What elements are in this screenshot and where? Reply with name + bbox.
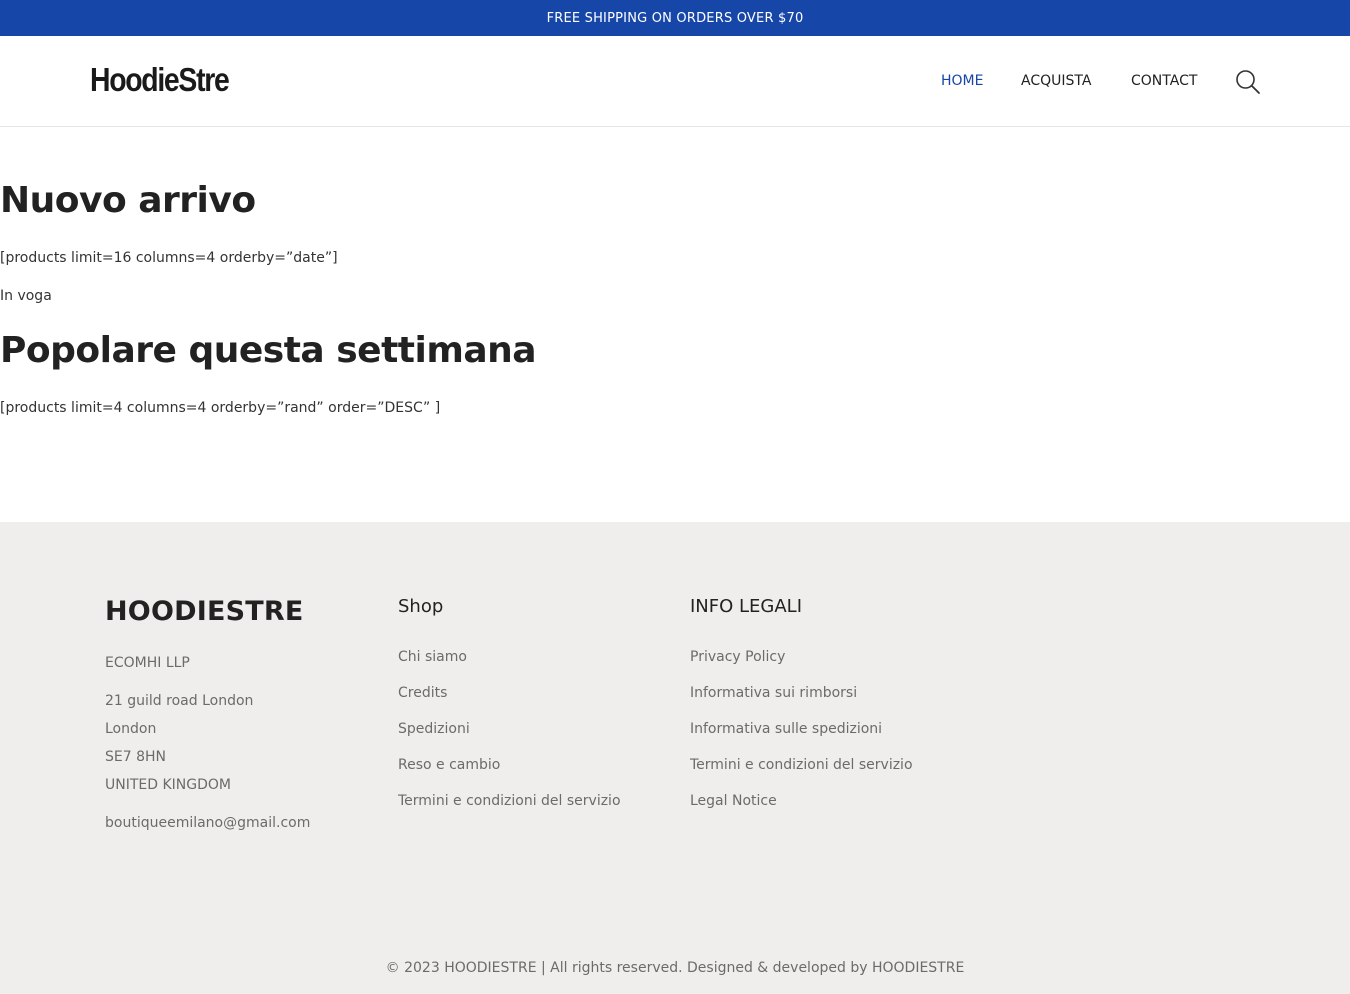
products-shortcode-popular: [products limit=4 columns=4 orderby=”ran… <box>0 400 441 416</box>
footer-legal-link[interactable]: Termini e condizioni del servizio <box>690 757 913 773</box>
site-footer: HOODIESTRE ECOMHI LLP 21 guild road Lond… <box>0 522 1350 994</box>
footer-shop-title: Shop <box>398 596 444 617</box>
footer-legal-title: INFO LEGALI <box>690 596 803 617</box>
footer-address-line: SE7 8HN <box>105 749 166 765</box>
footer-brand: HOODIESTRE <box>105 596 304 627</box>
announcement-text: FREE SHIPPING ON ORDERS OVER $70 <box>546 10 804 26</box>
section-label-trending: In voga <box>0 288 52 304</box>
footer-legal-link[interactable]: Privacy Policy <box>690 649 785 665</box>
footer-legal-link[interactable]: Legal Notice <box>690 793 777 809</box>
footer-address-line: London <box>105 721 157 737</box>
site-header: HoodieStre HOME ACQUISTA CONTACT <box>0 36 1350 127</box>
footer-shop-link[interactable]: Chi siamo <box>398 649 467 665</box>
footer-email-link[interactable]: boutiqueemilano@gmail.com <box>105 815 310 831</box>
footer-shop-link[interactable]: Termini e condizioni del servizio <box>398 793 621 809</box>
footer-address-line: UNITED KINGDOM <box>105 777 231 793</box>
footer-legal-link[interactable]: Informativa sui rimborsi <box>690 685 857 701</box>
footer-address-line: 21 guild road London <box>105 693 254 709</box>
site-logo[interactable]: HoodieStre <box>90 60 230 100</box>
footer-shop-link[interactable]: Reso e cambio <box>398 757 500 773</box>
products-shortcode-new: [products limit=16 columns=4 orderby=”da… <box>0 250 338 266</box>
nav-item-contact[interactable]: CONTACT <box>1131 73 1197 89</box>
footer-shop-link[interactable]: Spedizioni <box>398 721 470 737</box>
nav-item-home[interactable]: HOME <box>941 73 983 89</box>
announcement-bar: FREE SHIPPING ON ORDERS OVER $70 <box>0 0 1350 36</box>
search-icon[interactable] <box>1234 68 1262 96</box>
section-title-popular: Popolare questa settimana <box>0 330 537 371</box>
nav-item-acquista[interactable]: ACQUISTA <box>1021 73 1091 89</box>
footer-copyright: © 2023 HOODIESTRE | All rights reserved.… <box>385 960 965 976</box>
footer-company: ECOMHI LLP <box>105 655 190 671</box>
section-title-new-arrivals: Nuovo arrivo <box>0 180 256 221</box>
footer-shop-link[interactable]: Credits <box>398 685 447 701</box>
footer-legal-link[interactable]: Informativa sulle spedizioni <box>690 721 882 737</box>
